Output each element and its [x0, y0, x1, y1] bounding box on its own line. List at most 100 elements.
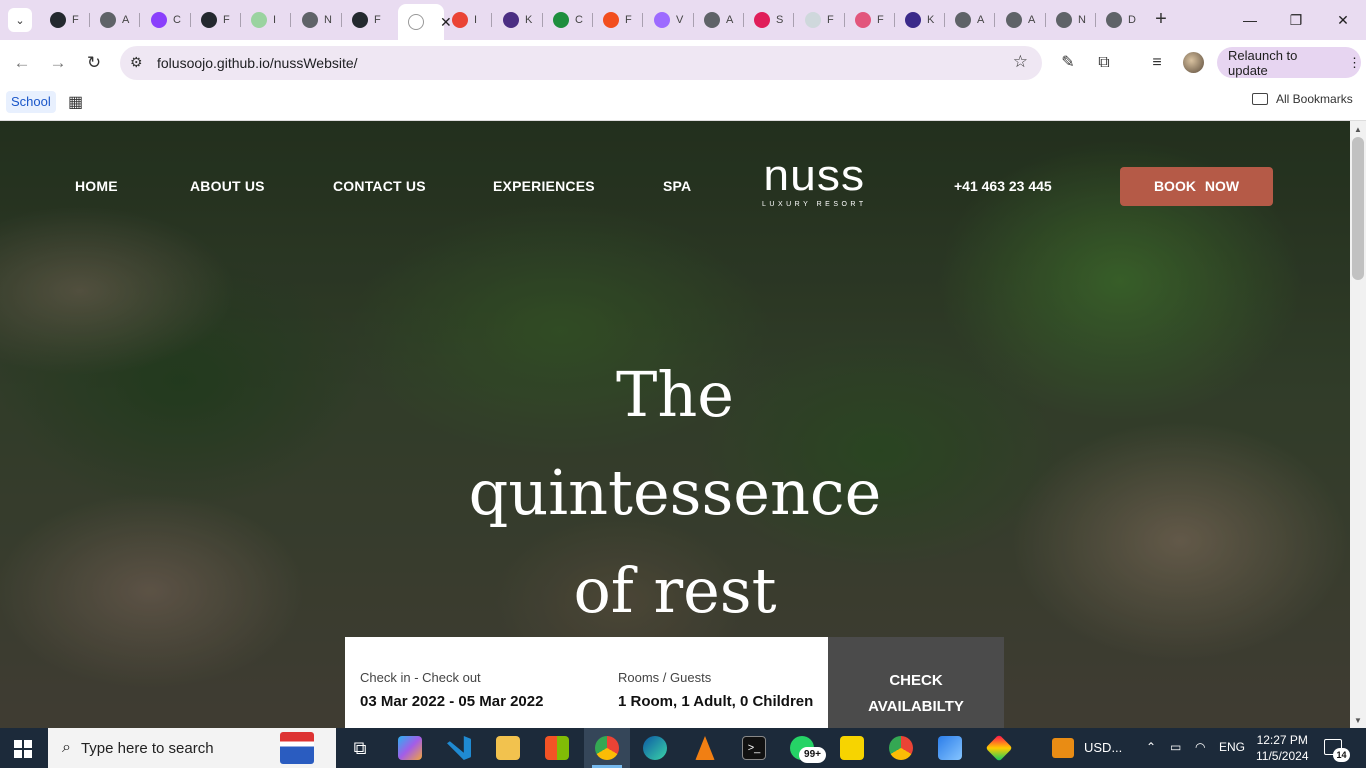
phone-number[interactable]: +41 463 23 445 — [954, 178, 1052, 194]
browser-tab[interactable]: C — [141, 6, 189, 34]
browser-tab[interactable]: A — [996, 6, 1044, 34]
edge-icon[interactable] — [643, 736, 667, 760]
currency-widget-label[interactable]: USD... — [1084, 740, 1122, 755]
page-scrollbar[interactable]: ▲ ▼ — [1350, 121, 1366, 728]
tray-chevron-icon[interactable]: ⌃ — [1146, 740, 1156, 754]
page-icon — [408, 14, 424, 30]
scroll-up-arrow-icon[interactable]: ▲ — [1354, 125, 1362, 134]
site-info-icon[interactable]: ⚙ — [130, 54, 143, 71]
wifi-icon[interactable]: ◠ — [1195, 740, 1205, 754]
git-client-icon[interactable] — [985, 734, 1013, 762]
whatsapp-badge: 99+ — [799, 747, 826, 763]
browser-tab[interactable]: F — [593, 6, 641, 34]
nav-experiences[interactable]: EXPERIENCES — [493, 178, 595, 194]
restore-button[interactable]: ❐ — [1284, 8, 1308, 32]
browser-tab[interactable]: I — [241, 6, 289, 34]
forward-button[interactable]: → — [45, 50, 71, 76]
github-icon — [50, 12, 66, 28]
tab-strip: ⌄ F A C F I N F D✕ I K C F V A S F F K A A N D + — ❐ ✕ — [0, 0, 1366, 40]
all-bookmarks-button[interactable]: All Bookmarks — [1252, 92, 1353, 106]
nav-spa[interactable]: SPA — [663, 178, 691, 194]
url-text[interactable]: folusoojo.github.io/nussWebsite/ — [157, 55, 358, 71]
windows-start-icon[interactable] — [14, 740, 32, 758]
language-indicator[interactable]: ENG — [1219, 740, 1245, 754]
apps-grid-icon[interactable]: ▦ — [68, 92, 83, 112]
vite-icon — [654, 12, 670, 28]
book-now-button[interactable]: BOOK NOW — [1120, 167, 1273, 206]
photos-icon[interactable] — [938, 736, 962, 760]
back-button[interactable]: ← — [9, 50, 35, 76]
tab-title: I — [273, 14, 277, 26]
bookmark-school[interactable]: School — [6, 91, 56, 113]
windows-taskbar: ⌕ Type here to search ⧉ >_ 99+ USD... ⌃ … — [0, 728, 1366, 768]
nav-home[interactable]: HOME — [75, 178, 118, 194]
site-logo[interactable]: nuss LUXURY RESORT — [762, 154, 867, 209]
browser-tab[interactable]: A — [90, 6, 138, 34]
nav-about-us[interactable]: ABOUT US — [190, 178, 265, 194]
copilot-icon[interactable] — [398, 736, 422, 760]
system-clock[interactable]: 12:27 PM 11/5/2024 — [1256, 732, 1309, 764]
sticky-notes-icon[interactable] — [840, 736, 864, 760]
tab-title: F — [877, 14, 884, 26]
globe-icon — [1006, 12, 1022, 28]
globe-icon — [1056, 12, 1072, 28]
browser-tab[interactable]: A — [694, 6, 742, 34]
task-view-icon[interactable]: ⧉ — [348, 736, 372, 760]
currency-widget-icon[interactable] — [1052, 738, 1074, 758]
browser-tab[interactable]: D — [1096, 6, 1144, 34]
bookmark-star-icon[interactable]: ☆ — [1013, 52, 1028, 72]
file-explorer-icon[interactable] — [496, 736, 520, 760]
eyedropper-icon[interactable]: ✎ — [1056, 51, 1080, 75]
scrollbar-thumb[interactable] — [1352, 137, 1364, 280]
browser-tab[interactable]: K — [895, 6, 943, 34]
address-bar[interactable]: ⚙ folusoojo.github.io/nussWebsite/ ☆ — [120, 46, 1042, 80]
relaunch-button[interactable]: Relaunch to update ⋮ — [1217, 47, 1361, 78]
more-menu-icon[interactable]: ⋮ — [1348, 55, 1361, 71]
close-window-button[interactable]: ✕ — [1331, 8, 1355, 32]
minimize-button[interactable]: — — [1238, 8, 1262, 32]
bookmarks-bar: School ▦ All Bookmarks — [0, 85, 1366, 121]
browser-tab[interactable]: C — [543, 6, 591, 34]
tab-separator — [139, 13, 140, 27]
profile-avatar[interactable] — [1183, 52, 1204, 73]
relaunch-label: Relaunch to update — [1228, 47, 1298, 78]
taskbar-search[interactable]: ⌕ Type here to search — [48, 728, 336, 768]
browser-tab[interactable]: K — [493, 6, 541, 34]
chrome-icon[interactable] — [595, 736, 619, 760]
browser-tab[interactable]: D✕ — [398, 4, 452, 40]
nav-contact-us[interactable]: CONTACT US — [333, 178, 426, 194]
hero-section: HOME ABOUT US CONTACT US EXPERIENCES SPA… — [0, 121, 1350, 728]
new-tab-button[interactable]: + — [1150, 8, 1172, 30]
reload-button[interactable]: ↻ — [81, 50, 107, 76]
scroll-down-arrow-icon[interactable]: ▼ — [1354, 716, 1362, 725]
tab-title: F — [374, 14, 381, 26]
logo-subtitle: LUXURY RESORT — [762, 201, 867, 208]
browser-tab[interactable]: S — [744, 6, 792, 34]
rooms-guests-field[interactable]: 1 Room, 1 Adult, 0 Children — [618, 693, 813, 710]
check-availability-button[interactable]: CHECK AVAILABILTY — [828, 637, 1004, 728]
browser-tab[interactable]: I — [442, 6, 490, 34]
hero-heading: The quintessence of rest — [400, 346, 950, 640]
media-controls-icon[interactable]: ≡ — [1145, 51, 1169, 75]
browser-tab[interactable]: N — [1046, 6, 1094, 34]
chrome-profile-icon[interactable] — [889, 736, 913, 760]
browser-tab[interactable]: A — [945, 6, 993, 34]
browser-tab[interactable]: F — [845, 6, 893, 34]
checkin-date-field[interactable]: 03 Mar 2022 - 05 Mar 2022 — [360, 693, 543, 710]
browser-tab[interactable]: F — [40, 6, 88, 34]
terminal-icon[interactable]: >_ — [742, 736, 766, 760]
github-icon — [352, 12, 368, 28]
vlc-icon[interactable] — [695, 736, 715, 760]
tab-title: C — [173, 14, 181, 26]
tab-title: D — [1128, 14, 1136, 26]
vscode-icon[interactable] — [447, 736, 471, 760]
browser-tab[interactable]: N — [292, 6, 340, 34]
tab-search-button[interactable]: ⌄ — [8, 8, 32, 32]
browser-tab[interactable]: F — [342, 6, 390, 34]
browser-tab[interactable]: F — [795, 6, 843, 34]
browser-tab[interactable]: F — [191, 6, 239, 34]
battery-icon[interactable]: ▭ — [1170, 740, 1181, 754]
ms-store-icon[interactable] — [545, 736, 569, 760]
extensions-icon[interactable]: ⧉ — [1092, 51, 1116, 75]
browser-tab[interactable]: V — [644, 6, 692, 34]
